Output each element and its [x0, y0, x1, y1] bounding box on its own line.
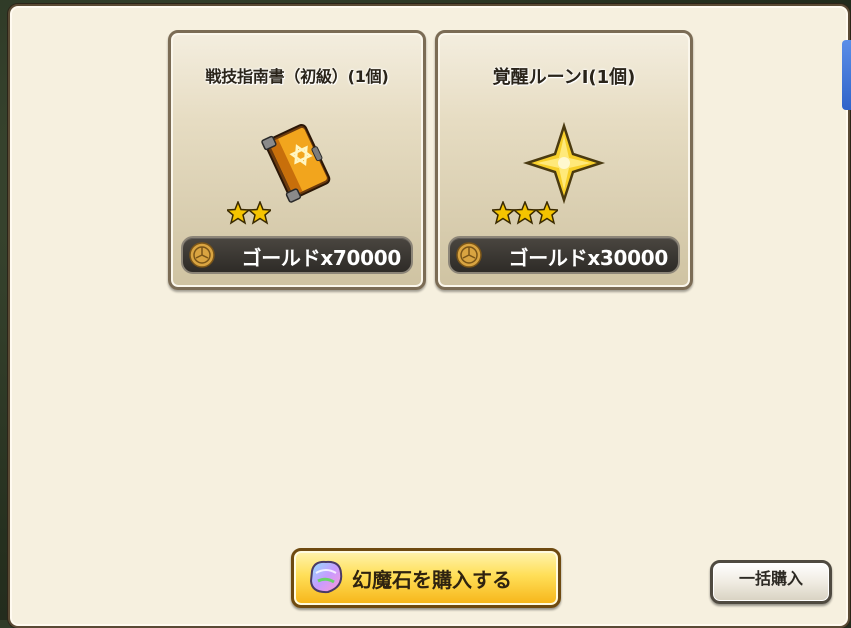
buy-gems-label: 幻魔石を購入する: [352, 568, 512, 592]
gold-coin-icon: [456, 242, 482, 268]
tome-icon: [261, 124, 331, 203]
rarity-stars: [492, 201, 558, 225]
shop-item-card[interactable]: 覚醒ルーンⅠ(1個) ゴールドx30000: [435, 30, 693, 290]
side-tab[interactable]: [842, 40, 851, 110]
bulk-buy-label: 一括購入: [738, 569, 803, 588]
rarity-stars: [227, 201, 271, 225]
item-name: 覚醒ルーンⅠ(1個): [492, 67, 636, 88]
price-label: ゴールドx70000: [241, 246, 402, 270]
shop-item-card[interactable]: 戦技指南書（初級）(1個) ゴールドx70000: [168, 30, 426, 290]
item-name: 戦技指南書（初級）(1個): [205, 67, 389, 86]
star-icon: [492, 201, 558, 225]
rune-crystal-icon: [522, 121, 606, 205]
gold-coin-icon: [189, 242, 215, 268]
magic-stone-icon: [309, 560, 343, 594]
star-icon: [227, 201, 271, 225]
shop-panel: [8, 4, 850, 628]
price-bar: ゴールドx70000: [181, 236, 413, 274]
price-label: ゴールドx30000: [508, 246, 669, 270]
bulk-buy-button[interactable]: 一括購入: [710, 560, 832, 604]
price-bar: ゴールドx30000: [448, 236, 680, 274]
buy-gems-button[interactable]: 幻魔石を購入する: [291, 548, 561, 608]
